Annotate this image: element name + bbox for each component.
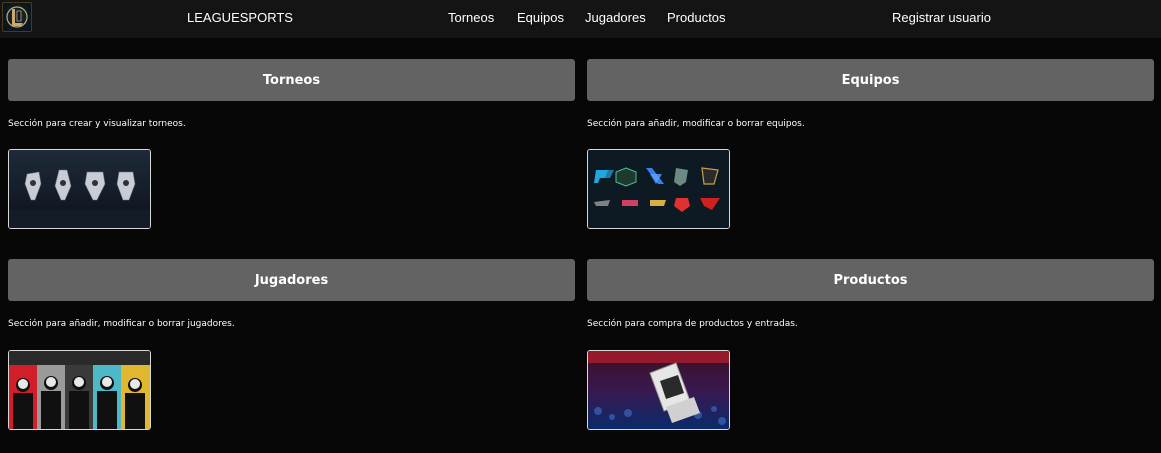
section-description-productos: Sección para compra de productos y entra… (587, 319, 798, 329)
section-header-jugadores[interactable]: Jugadores (8, 259, 575, 301)
tournament-trophies-image[interactable] (8, 149, 151, 229)
navbar: LEAGUESPORTS Torneos Equipos Jugadores P… (0, 0, 1161, 38)
section-description-jugadores: Sección para añadir, modificar o borrar … (8, 319, 235, 329)
section-header-productos[interactable]: Productos (587, 259, 1154, 301)
nav-link-equipos[interactable]: Equipos (517, 10, 564, 25)
nav-link-jugadores[interactable]: Jugadores (585, 10, 646, 25)
section-description-equipos: Sección para añadir, modificar o borrar … (587, 119, 805, 129)
products-tickets-image[interactable] (587, 350, 730, 430)
players-lineup-image[interactable] (8, 350, 151, 430)
brand-name[interactable]: LEAGUESPORTS (187, 10, 293, 25)
register-user-link[interactable]: Registrar usuario (892, 10, 991, 25)
section-header-equipos[interactable]: Equipos (587, 59, 1154, 101)
nav-link-torneos[interactable]: Torneos (448, 10, 494, 25)
team-logos-image[interactable] (587, 149, 730, 229)
nav-link-productos[interactable]: Productos (667, 10, 726, 25)
section-header-torneos[interactable]: Torneos (8, 59, 575, 101)
section-description-torneos: Sección para crear y visualizar torneos. (8, 119, 186, 129)
league-of-legends-logo-icon[interactable] (2, 2, 32, 32)
